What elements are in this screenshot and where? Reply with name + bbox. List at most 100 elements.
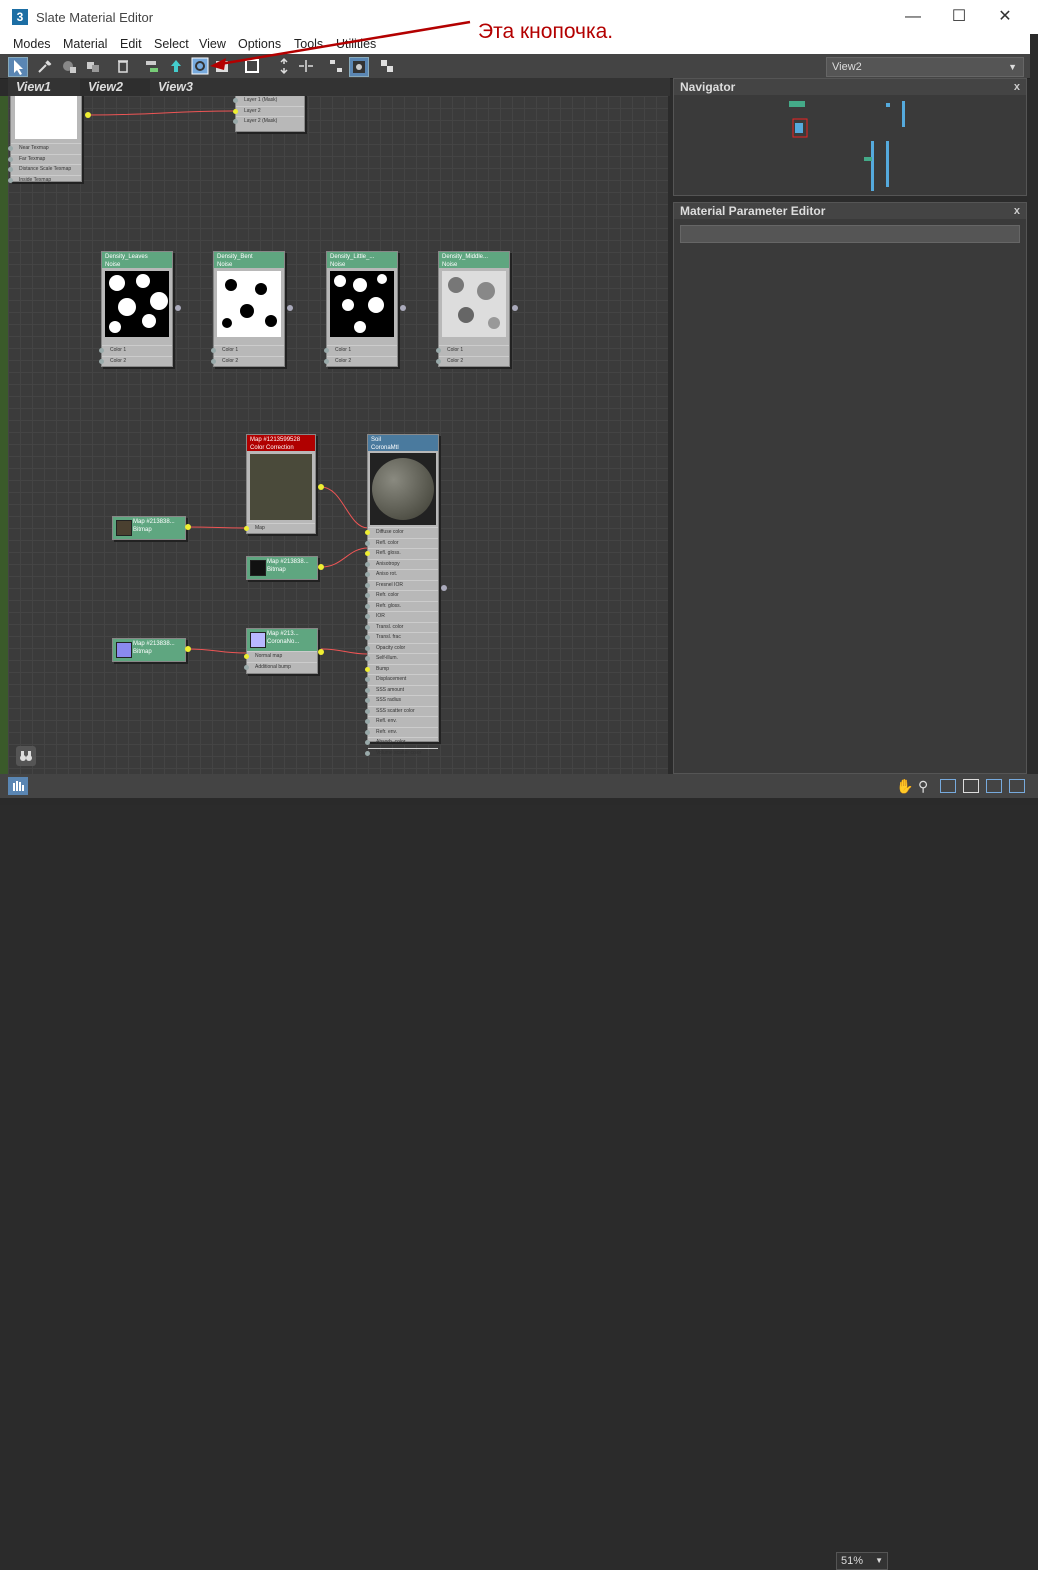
move-children-icon[interactable] [143,57,161,75]
output-port[interactable] [318,649,324,655]
view-selector-dropdown[interactable]: View2 ▼ [826,57,1024,77]
node-slot[interactable]: Layer 2 [233,105,304,117]
node-slot[interactable]: Color 1 [436,345,509,356]
eyedropper-icon[interactable] [36,57,54,75]
node-slot[interactable]: Diffuse color [365,527,438,538]
zoom-extents-icon[interactable] [963,779,979,793]
assign-material-icon[interactable] [84,57,102,75]
node-slot[interactable]: Volume scatter color [365,747,438,759]
show-background-icon[interactable] [191,57,209,75]
node-slot[interactable]: Color 1 [324,345,397,356]
lay-out-all-icon[interactable] [243,57,261,75]
node-slot[interactable]: SSS radius [365,695,438,706]
node-slot[interactable]: Refr. gloss. [365,600,438,612]
zoom-extents-selected-icon[interactable] [986,779,1002,793]
parameter-editor-icon[interactable] [378,57,396,75]
node-slot[interactable]: Refl. env. [365,716,438,727]
layout-children-icon[interactable] [327,57,345,75]
close-icon[interactable]: x [1014,203,1020,219]
pan-hand-icon[interactable] [8,777,28,795]
tab-view1[interactable]: View1 [8,79,80,96]
tab-view2[interactable]: View2 [80,79,150,96]
node-top-mid[interactable]: Layer 1 (Mask) Layer 2 Layer 2 (Mask) [233,96,305,132]
menu-view[interactable]: View [199,37,226,51]
node-slot[interactable]: Layer 2 (Mask) [233,116,304,127]
node-slot[interactable]: Far Texmap [8,153,81,165]
node-slot[interactable]: Color 2 [324,355,397,367]
output-port[interactable] [185,524,191,530]
node-bitmap-3[interactable]: Map #213838... Bitmap [112,638,186,662]
node-density-middle[interactable]: Density_Middle... Noise Color 1 Color 2 [436,251,510,367]
node-slot[interactable]: Color 1 [211,345,284,356]
node-slot[interactable]: Refl. color [365,537,438,549]
navigator-minimap[interactable] [674,95,1026,195]
zoom-icon[interactable]: ⚲ [918,778,928,795]
node-slot[interactable]: Transl. frac [365,632,438,643]
node-slot[interactable]: SSS scatter color [365,705,438,717]
zoom-dropdown[interactable]: 51% ▼ [836,1552,888,1570]
node-soil-material[interactable]: Soil CoronaMtl Diffuse color Refl. color … [365,434,439,756]
menu-options[interactable]: Options [238,37,281,51]
node-slot[interactable]: Normal map [244,651,317,662]
node-slot[interactable]: Aniso rot. [365,569,438,580]
menu-utilities[interactable]: Utilities [336,37,376,51]
node-slot[interactable]: Near Texmap [8,143,81,154]
output-port[interactable] [512,305,518,311]
node-slot[interactable]: Anisotropy [365,558,438,570]
node-slot[interactable]: Refl. gloss. [365,548,438,559]
node-density-bent[interactable]: Density_Bent Noise Color 1 Color 2 [211,251,285,367]
hide-unused-icon[interactable] [167,57,185,75]
node-density-leaves[interactable]: Density_Leaves Noise Color 1 Color 2 [99,251,173,367]
delete-icon[interactable] [114,57,132,75]
output-port[interactable] [185,646,191,652]
zoom-region-icon[interactable] [940,779,956,793]
output-port[interactable] [85,112,91,118]
menu-select[interactable]: Select [154,37,189,51]
output-port[interactable] [175,305,181,311]
node-slot[interactable]: Inside Texmap [8,174,81,186]
node-slot[interactable]: SSS amount [365,684,438,696]
zoom-fit-icon[interactable] [1009,779,1025,793]
output-port[interactable] [287,305,293,311]
select-tool-icon[interactable] [8,57,28,77]
pan-icon[interactable]: ✋ [896,778,913,795]
node-slot[interactable]: Refr. color [365,590,438,601]
node-slot[interactable]: Color 1 [99,345,172,356]
node-slot[interactable]: Color 2 [99,355,172,367]
binoculars-icon[interactable] [16,746,36,766]
close-icon[interactable]: x [1014,79,1020,95]
node-slot[interactable]: Fresnel IOR [365,579,438,591]
layout-vertical-icon[interactable] [275,57,293,75]
menu-edit[interactable]: Edit [120,37,142,51]
node-slot[interactable]: Refr. env. [365,726,438,738]
node-slot[interactable]: IOR [365,611,438,622]
maximize-button[interactable]: ☐ [944,6,974,28]
tab-view3[interactable]: View3 [150,79,222,96]
node-slot[interactable]: Opacity color [365,642,438,654]
material-map-browser-icon[interactable] [349,57,369,77]
parameter-editor-field[interactable] [680,225,1020,243]
output-port[interactable] [318,564,324,570]
node-bitmap-1[interactable]: Map #213838... Bitmap [112,516,186,540]
minimize-button[interactable]: — [898,6,928,28]
node-canvas[interactable]: Near Texmap Far Texmap Distance Scale Te… [8,96,668,774]
node-slot[interactable]: Self-illum. [365,653,438,664]
node-bitmap-2[interactable]: Map #213838... Bitmap [246,556,318,580]
output-port[interactable] [400,305,406,311]
node-slot[interactable]: Transl. color [365,621,438,633]
node-slot[interactable]: Color 2 [211,355,284,367]
node-slot[interactable]: Distance Scale Texmap [8,164,81,175]
node-slot[interactable]: Color 2 [436,355,509,367]
menu-tools[interactable]: Tools [294,37,323,51]
node-color-correction[interactable]: Map #1213599528 Color Correction Map [244,434,316,534]
menu-modes[interactable]: Modes [13,37,51,51]
node-slot[interactable]: Absorb. color [365,737,438,748]
close-button[interactable]: ✕ [990,6,1020,28]
node-slot[interactable]: Bump [365,663,438,675]
output-port[interactable] [318,484,324,490]
put-to-scene-icon[interactable] [60,57,78,75]
node-density-little[interactable]: Density_Little_... Noise Color 1 Color 2 [324,251,398,367]
node-slot[interactable]: Additional bump [244,661,317,673]
layout-horizontal-icon[interactable] [297,57,315,75]
node-corona-normal[interactable]: Map #213... CoronaNo... Normal map Additi… [244,628,318,674]
